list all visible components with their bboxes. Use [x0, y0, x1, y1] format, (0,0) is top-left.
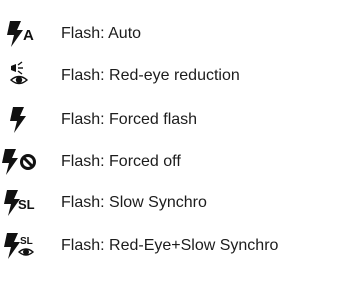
flash-mode-row-red-eye: Flash: Red-eye reduction	[0, 56, 346, 96]
flash-mode-row-forced: Flash: Forced flash	[0, 100, 346, 140]
flash-mode-list: A Flash: Auto Flash: Red-eye reduction F…	[0, 0, 346, 288]
red-eye-slow-synchro-icon-text: SL	[20, 236, 33, 247]
red-eye-slow-synchro-icon: SL	[2, 226, 52, 266]
flash-mode-label-red-eye-slow-synchro: Flash: Red-Eye+Slow Synchro	[61, 237, 279, 254]
flash-mode-row-auto: A Flash: Auto	[0, 14, 346, 54]
flash-mode-row-red-eye-slow-synchro: SL Flash: Red-Eye+Slow Synchro	[0, 226, 346, 266]
flash-slow-synchro-icon: SL	[2, 183, 52, 223]
flash-mode-label-off: Flash: Forced off	[61, 153, 181, 170]
flash-mode-label-auto: Flash: Auto	[61, 25, 142, 42]
flash-mode-row-slow-synchro: SL Flash: Slow Synchro	[0, 183, 346, 223]
flash-forced-icon	[2, 100, 52, 140]
flash-auto-icon: A	[2, 14, 52, 54]
flash-mode-label-slow-synchro: Flash: Slow Synchro	[61, 194, 207, 211]
flash-auto-icon-text: A	[23, 27, 34, 44]
flash-mode-label-forced: Flash: Forced flash	[61, 111, 198, 128]
flash-mode-label-red-eye: Flash: Red-eye reduction	[61, 67, 240, 84]
red-eye-reduction-icon	[2, 56, 52, 96]
flash-mode-row-off: Flash: Forced off	[0, 142, 346, 182]
flash-slow-synchro-icon-text: SL	[18, 197, 35, 212]
flash-off-icon	[2, 142, 52, 182]
